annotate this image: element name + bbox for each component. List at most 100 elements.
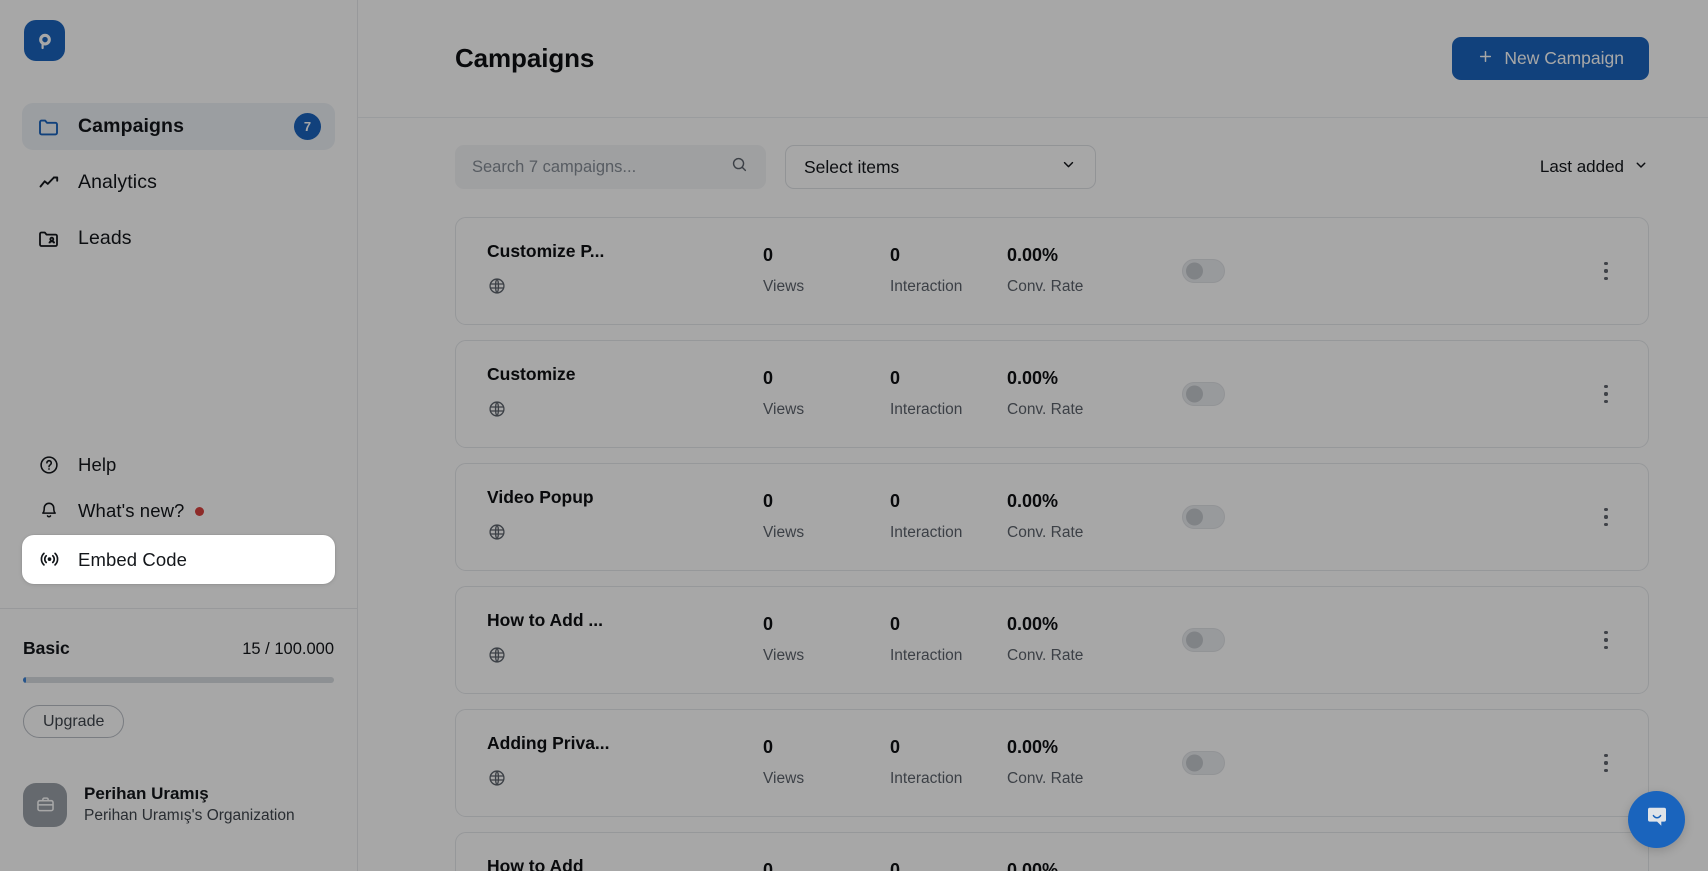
stat-conv-label: Conv. Rate — [1007, 646, 1084, 664]
campaign-identity: Customize — [487, 364, 763, 424]
campaign-card[interactable]: Customize 0 Views 0 Interaction 0.00% Conv. Ra… — [455, 340, 1649, 448]
campaign-more-menu-button[interactable] — [1592, 623, 1620, 657]
chat-launcher-button[interactable] — [1628, 791, 1685, 848]
campaign-card[interactable]: Video Popup 0 Views 0 Interaction 0.00% Conv. … — [455, 463, 1649, 571]
sidebar-item-leads[interactable]: Leads — [22, 215, 335, 262]
sidebar-label-leads: Leads — [78, 227, 132, 249]
chat-bubble-smile-icon — [1643, 803, 1671, 836]
globe-icon — [487, 399, 763, 424]
stat-conv-value: 0.00% — [1007, 245, 1059, 266]
stat-conversion-rate: 0.00% Conv. Rate — [1007, 368, 1182, 419]
sidebar-item-embed-code[interactable]: Embed Code — [22, 535, 335, 584]
search-icon[interactable] — [730, 155, 749, 179]
stat-interaction: 0 Interaction — [890, 614, 1007, 665]
app-root: Campaigns 7 Analytics Leads Help What's … — [0, 0, 1708, 871]
stat-views: 0 Views — [763, 245, 890, 296]
campaign-card[interactable]: How to Add 0Views0Interaction0.00%Conv. R… — [455, 832, 1649, 871]
select-items-dropdown[interactable]: Select items — [785, 145, 1096, 189]
chevron-down-icon — [1633, 157, 1649, 178]
stat-conv-value: 0.00% — [1007, 860, 1059, 871]
campaign-status-toggle[interactable] — [1182, 382, 1225, 406]
campaign-status-toggle[interactable] — [1182, 751, 1225, 775]
stat-views: 0 Views — [763, 368, 890, 419]
sort-dropdown[interactable]: Last added — [1540, 157, 1649, 178]
upgrade-button[interactable]: Upgrade — [23, 705, 125, 738]
question-circle-icon — [36, 452, 62, 478]
stat-conv-value: 0.00% — [1007, 737, 1059, 758]
stat-views: 0 Views — [763, 491, 890, 542]
stat-interaction: 0Interaction — [890, 245, 1007, 296]
stat-interaction: 0Interaction — [890, 860, 1007, 871]
stat-interaction-label: Interaction — [890, 646, 963, 664]
stat-interaction: 0Interaction — [890, 491, 1007, 542]
primary-nav: Campaigns 7 Analytics Leads — [0, 103, 357, 271]
folder-icon — [36, 114, 62, 140]
sidebar-label-help: Help — [78, 454, 117, 475]
line-chart-icon — [36, 170, 62, 196]
select-items-label: Select items — [804, 156, 900, 177]
page-header: Campaigns New Campaign — [358, 0, 1708, 118]
whats-new-notification-dot — [195, 506, 205, 516]
sidebar-item-whats-new[interactable]: What's new? — [22, 489, 335, 533]
popupsmart-logo[interactable] — [24, 20, 65, 61]
stat-views-value: 0 — [763, 614, 774, 635]
campaign-title: Adding Priva... — [487, 733, 610, 753]
globe-icon — [487, 522, 763, 547]
campaign-more-menu-button[interactable] — [1592, 746, 1620, 780]
stat-views-value: 0 — [763, 860, 774, 871]
campaign-card[interactable]: Customize P... 0 Views 0 Interaction 0.00% Con… — [455, 217, 1649, 325]
sidebar-item-analytics[interactable]: Analytics — [22, 159, 335, 206]
campaign-title: How to Add — [487, 856, 584, 871]
stat-interaction-value: 0 — [890, 368, 901, 389]
stat-interaction-value: 0 — [890, 860, 901, 871]
campaign-title: Customize — [487, 364, 576, 384]
campaign-identity: How to Add — [487, 856, 763, 871]
globe-icon — [487, 645, 763, 670]
plan-header-row: Basic 15 / 100.000 — [23, 638, 334, 659]
stat-interaction: 0Interaction — [890, 368, 1007, 419]
campaign-list: Customize P... 0 Views 0 Interaction 0.00% Con… — [358, 189, 1708, 871]
sidebar-item-campaigns[interactable]: Campaigns 7 — [22, 103, 335, 150]
sidebar-label-embed-code: Embed Code — [78, 548, 187, 570]
stat-conv-label: Conv. Rate — [1007, 769, 1084, 787]
campaign-status-toggle[interactable] — [1182, 628, 1225, 652]
stat-conv-label: Conv. Rate — [1007, 400, 1084, 418]
stat-views-value: 0 — [763, 491, 774, 512]
stat-interaction-value: 0 — [890, 491, 901, 512]
stat-views-label: Views — [763, 769, 805, 787]
plan-usage-progress-bar — [23, 677, 334, 683]
list-toolbar: Select items Last added — [358, 118, 1708, 189]
sidebar: Campaigns 7 Analytics Leads Help What's … — [0, 0, 358, 871]
campaign-card[interactable]: Adding Priva... 0 Views 0 Interaction 0.00% Co… — [455, 709, 1649, 817]
plan-name: Basic — [23, 638, 70, 658]
sidebar-item-help[interactable]: Help — [22, 443, 335, 487]
campaign-status-toggle[interactable] — [1182, 505, 1225, 529]
stat-views: 0 Views — [763, 614, 890, 665]
globe-icon — [487, 276, 763, 301]
search-box[interactable] — [455, 145, 766, 189]
stat-views-label: Views — [763, 646, 805, 664]
stat-views-label: Views — [763, 277, 805, 295]
campaign-card[interactable]: How to Add ... 0 Views 0 Interaction 0.00% Con… — [455, 586, 1649, 694]
campaign-more-menu-button[interactable] — [1592, 377, 1620, 411]
campaign-identity: How to Add ... — [487, 610, 763, 670]
utility-nav: Help What's new? Embed Code — [0, 443, 357, 586]
new-campaign-button[interactable]: New Campaign — [1452, 37, 1649, 80]
stat-interaction-value: 0 — [890, 614, 901, 635]
campaign-title: How to Add ... — [487, 610, 603, 630]
campaign-more-menu-button[interactable] — [1592, 500, 1620, 534]
stat-views-label: Views — [763, 523, 805, 541]
user-text-group: Perihan Uramış Perihan Uramış's Organiza… — [84, 783, 295, 827]
stat-interaction-value: 0 — [890, 245, 901, 266]
stat-views-value: 0 — [763, 245, 774, 266]
stat-views: 0 Views — [763, 737, 890, 788]
stat-views-value: 0 — [763, 368, 774, 389]
stat-views-value: 0 — [763, 737, 774, 758]
user-account-block[interactable]: Perihan Uramış Perihan Uramış's Organiza… — [0, 738, 357, 871]
stat-conv-value: 0.00% — [1007, 491, 1059, 512]
search-input[interactable] — [472, 157, 730, 177]
stat-interaction-value: 0 — [890, 737, 901, 758]
campaign-status-toggle[interactable] — [1182, 259, 1225, 283]
campaign-more-menu-button[interactable] — [1592, 254, 1620, 288]
stat-conversion-rate: 0.00% Conv. Rate — [1007, 614, 1182, 665]
